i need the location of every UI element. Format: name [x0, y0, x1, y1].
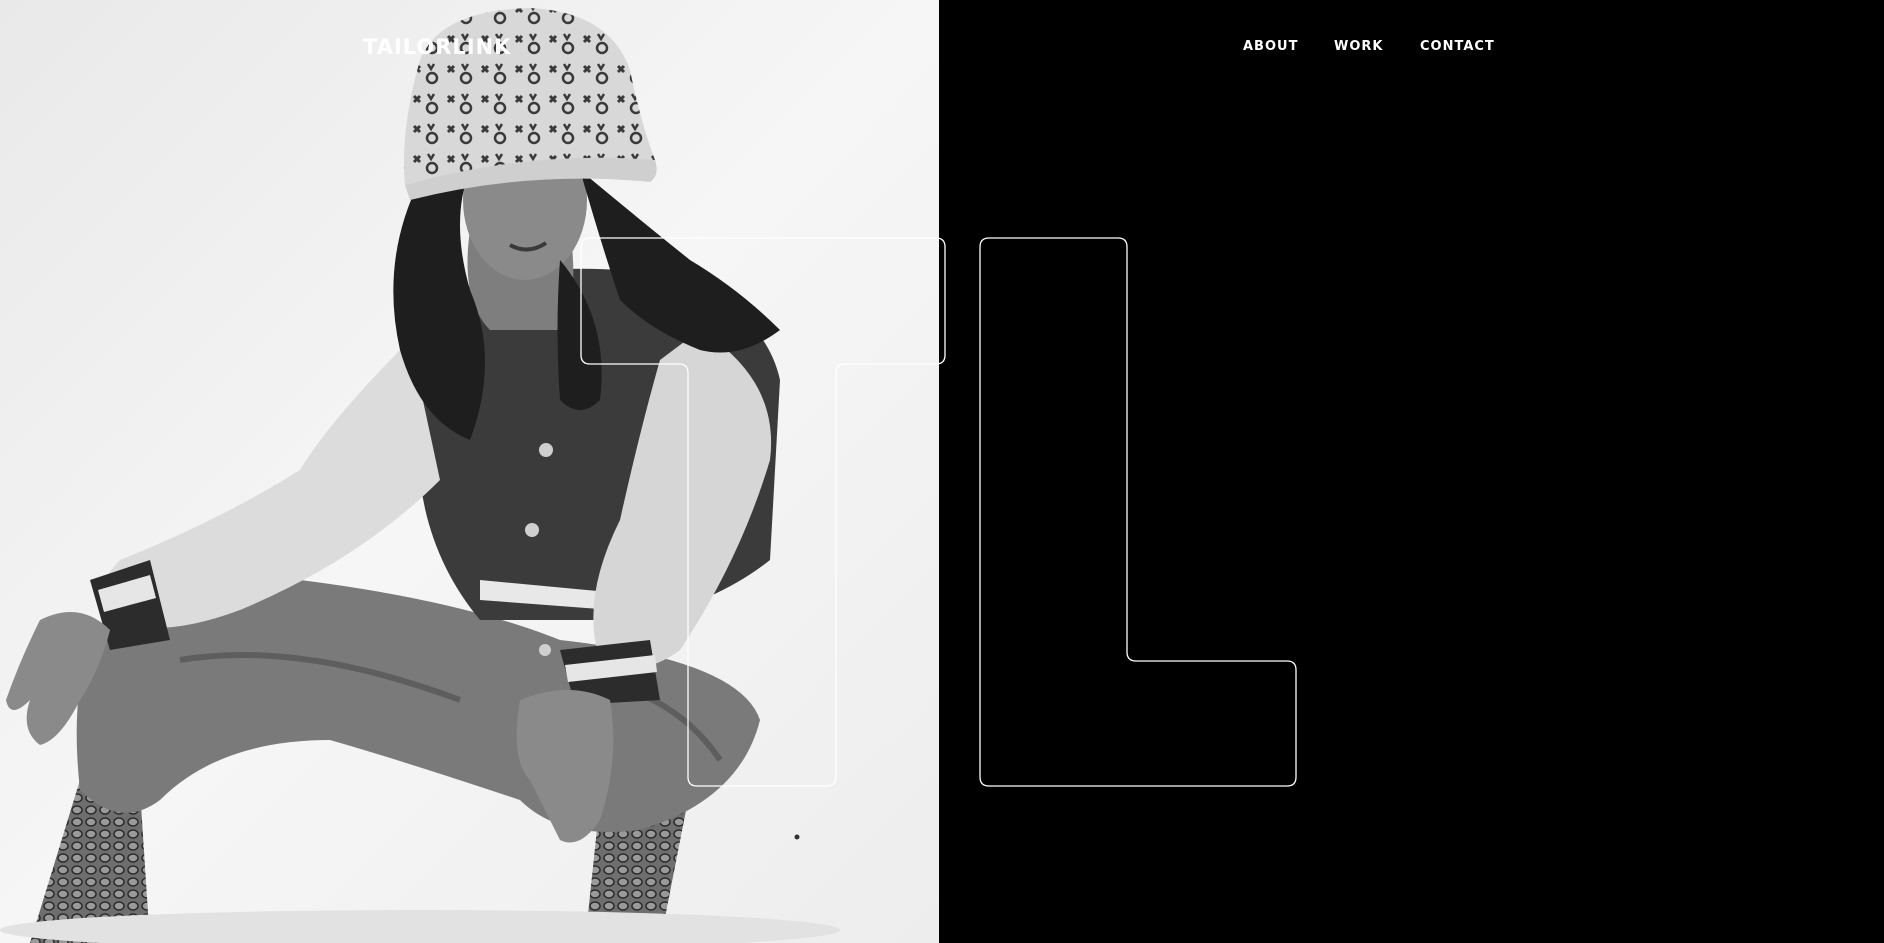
hero-photo — [0, 0, 939, 943]
landing-page: TAILORLINK ABOUT WORK CONTACT — [0, 0, 1884, 943]
nav-item-work[interactable]: WORK — [1334, 38, 1383, 56]
dark-panel — [939, 0, 1884, 943]
nav-item-contact[interactable]: CONTACT — [1420, 38, 1495, 56]
nav-item-about[interactable]: ABOUT — [1243, 38, 1298, 56]
main-nav: ABOUT WORK CONTACT — [0, 38, 1884, 58]
portrait-photo-illustration — [0, 0, 939, 943]
